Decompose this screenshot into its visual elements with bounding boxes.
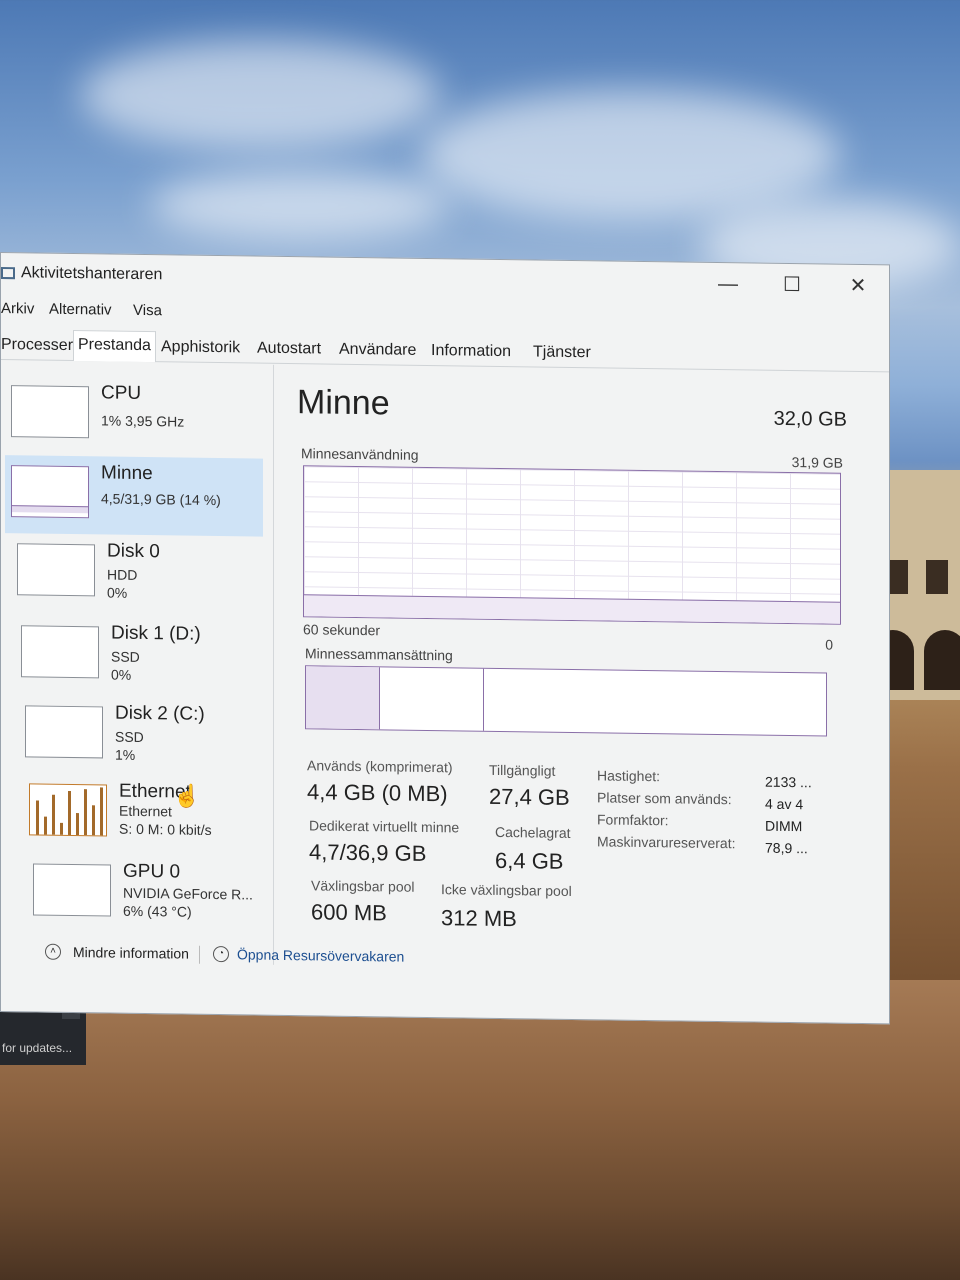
chevron-up-icon[interactable]: ˄	[45, 943, 61, 960]
task-manager-icon	[1, 267, 15, 280]
menu-arkiv[interactable]: Arkiv	[1, 300, 34, 317]
hand-cursor-icon: ☝	[173, 783, 201, 809]
composition-cached	[378, 667, 484, 731]
resource-cpu[interactable]: CPU 1% 3,95 GHz	[5, 375, 263, 457]
close-button[interactable]: ✕	[831, 269, 885, 304]
gpu-0-mini-graph	[33, 863, 111, 917]
memory-total: 32,0 GB	[773, 407, 847, 431]
speed-key: Hastighet:	[597, 767, 661, 785]
cached-value: 6,4 GB	[495, 847, 564, 874]
resource-list: CPU 1% 3,95 GHz Minne 4,5/31,9 GB (14 %)…	[1, 361, 271, 970]
resource-disk-1[interactable]: Disk 1 (D:) SSD 0%	[15, 615, 273, 697]
paged-pool-value: 600 MB	[311, 899, 387, 926]
speed-value: 2133 ...	[765, 773, 812, 791]
form-factor-value: DIMM	[765, 817, 803, 835]
tab-apphistorik[interactable]: Apphistorik	[157, 335, 244, 362]
background-cliff	[0, 980, 960, 1280]
nonpaged-pool-value: 312 MB	[441, 905, 517, 932]
resource-disk-0[interactable]: Disk 0 HDD 0%	[11, 533, 269, 615]
footer-separator	[199, 945, 200, 964]
available-value: 27,4 GB	[489, 783, 570, 810]
resource-ethernet[interactable]: Ethernet Ethernet S: 0 M: 0 kbit/s	[23, 773, 281, 855]
hardware-reserved-key: Maskinvarureserverat:	[597, 833, 736, 852]
ethernet-mini-graph	[29, 783, 107, 837]
hardware-reserved-value: 78,9 ...	[765, 839, 808, 857]
in-use-label: Används (komprimerat)	[307, 757, 453, 776]
tab-prestanda[interactable]: Prestanda	[73, 330, 156, 363]
usage-max: 31,9 GB	[791, 454, 843, 471]
available-label: Tillgängligt	[489, 761, 556, 779]
window-title: Aktivitetshanteraren	[21, 264, 163, 284]
usage-label: Minnesanvändning	[301, 445, 419, 463]
update-text: for updates...	[2, 1041, 73, 1055]
tab-anvandare[interactable]: Användare	[335, 338, 420, 365]
nonpaged-pool-label: Icke växlingsbar pool	[441, 881, 572, 899]
resource-disk-2[interactable]: Disk 2 (C:) SSD 1%	[19, 695, 277, 777]
time-label: 60 sekunder	[303, 621, 381, 639]
menu-alternativ[interactable]: Alternativ	[49, 301, 112, 319]
tab-processer[interactable]: Processer	[0, 333, 77, 360]
slots-key: Platser som används:	[597, 789, 732, 808]
slots-value: 4 av 4	[765, 795, 804, 813]
form-factor-key: Formfaktor:	[597, 811, 669, 829]
resource-gpu-0[interactable]: GPU 0 NVIDIA GeForce R... 6% (43 °C)	[27, 853, 285, 935]
open-resource-monitor-link[interactable]: Öppna Resursövervakaren	[237, 946, 404, 964]
pane-divider	[273, 364, 274, 965]
disk-2-mini-graph	[25, 705, 103, 759]
memory-usage-fill	[304, 594, 840, 624]
task-manager-window: Aktivitetshanteraren — ☐ ✕ Arkiv Alterna…	[0, 252, 890, 1025]
committed-label: Dedikerat virtuellt minne	[309, 817, 460, 836]
less-info-link[interactable]: Mindre information	[73, 944, 189, 962]
disk-0-mini-graph	[17, 543, 95, 597]
committed-value: 4,7/36,9 GB	[309, 839, 427, 866]
tab-tjanster[interactable]: Tjänster	[529, 340, 595, 367]
zero-label: 0	[825, 636, 833, 653]
composition-in-use	[306, 666, 380, 730]
minimize-button[interactable]: —	[701, 267, 755, 302]
menu-visa[interactable]: Visa	[133, 302, 162, 319]
memory-mini-graph	[11, 465, 89, 519]
page-title: Minne	[297, 383, 390, 423]
tab-information[interactable]: Information	[427, 339, 515, 366]
cpu-mini-graph	[11, 385, 89, 439]
tab-autostart[interactable]: Autostart	[253, 337, 325, 364]
resource-monitor-icon[interactable]: ◔	[213, 945, 229, 963]
disk-1-mini-graph	[21, 625, 99, 679]
maximize-button[interactable]: ☐	[765, 268, 819, 303]
memory-usage-graph	[303, 465, 841, 625]
resource-memory[interactable]: Minne 4,5/31,9 GB (14 %)	[5, 455, 263, 537]
cached-label: Cachelagrat	[495, 823, 571, 841]
cloud	[80, 40, 440, 150]
memory-detail-pane: Minne 32,0 GB Minnesanvändning 31,9 GB 6…	[291, 365, 851, 973]
memory-composition-bar	[305, 665, 827, 737]
composition-label: Minnessammansättning	[305, 645, 453, 664]
paged-pool-label: Växlingsbar pool	[311, 877, 415, 895]
in-use-value: 4,4 GB (0 MB)	[307, 779, 448, 807]
cloud	[150, 170, 450, 240]
cloud	[420, 90, 840, 220]
